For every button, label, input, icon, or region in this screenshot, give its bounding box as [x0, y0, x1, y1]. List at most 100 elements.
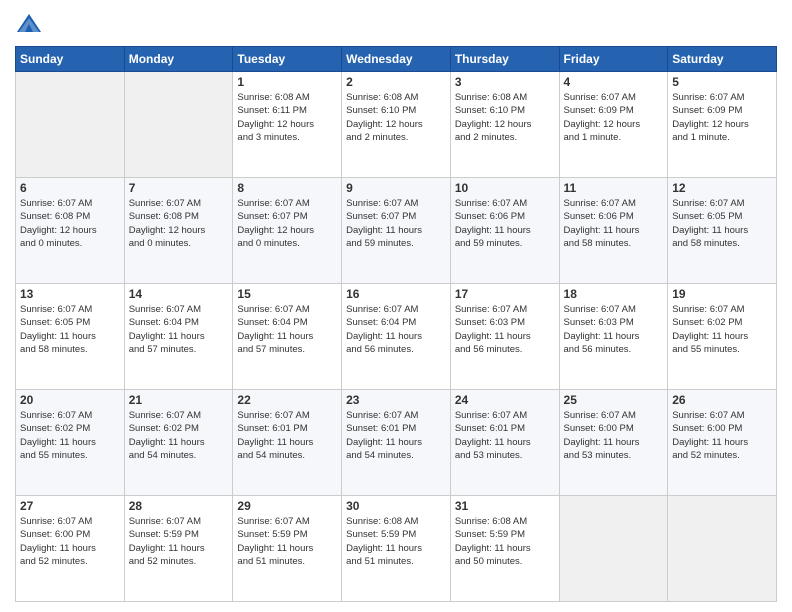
- day-cell: 22 Sunrise: 6:07 AM Sunset: 6:01 PM Dayli…: [233, 390, 342, 496]
- day-info: Sunrise: 6:08 AM Sunset: 5:59 PM Dayligh…: [346, 515, 446, 568]
- day-info: Sunrise: 6:07 AM Sunset: 6:05 PM Dayligh…: [672, 197, 772, 250]
- day-number: 24: [455, 393, 555, 407]
- day-number: 22: [237, 393, 337, 407]
- day-cell: 14 Sunrise: 6:07 AM Sunset: 6:04 PM Dayli…: [124, 284, 233, 390]
- day-cell: 2 Sunrise: 6:08 AM Sunset: 6:10 PM Daylig…: [342, 72, 451, 178]
- logo: [15, 10, 47, 38]
- day-number: 11: [564, 181, 664, 195]
- day-number: 7: [129, 181, 229, 195]
- day-number: 26: [672, 393, 772, 407]
- day-info: Sunrise: 6:08 AM Sunset: 6:10 PM Dayligh…: [346, 91, 446, 144]
- day-number: 23: [346, 393, 446, 407]
- day-cell: 12 Sunrise: 6:07 AM Sunset: 6:05 PM Dayli…: [668, 178, 777, 284]
- header-day: Thursday: [450, 47, 559, 72]
- day-info: Sunrise: 6:07 AM Sunset: 6:00 PM Dayligh…: [672, 409, 772, 462]
- day-info: Sunrise: 6:07 AM Sunset: 6:01 PM Dayligh…: [237, 409, 337, 462]
- day-cell: 11 Sunrise: 6:07 AM Sunset: 6:06 PM Dayli…: [559, 178, 668, 284]
- day-number: 20: [20, 393, 120, 407]
- header-row: SundayMondayTuesdayWednesdayThursdayFrid…: [16, 47, 777, 72]
- calendar-header: SundayMondayTuesdayWednesdayThursdayFrid…: [16, 47, 777, 72]
- day-info: Sunrise: 6:07 AM Sunset: 6:04 PM Dayligh…: [129, 303, 229, 356]
- day-cell: 31 Sunrise: 6:08 AM Sunset: 5:59 PM Dayli…: [450, 496, 559, 602]
- week-row: 6 Sunrise: 6:07 AM Sunset: 6:08 PM Daylig…: [16, 178, 777, 284]
- day-cell: 15 Sunrise: 6:07 AM Sunset: 6:04 PM Dayli…: [233, 284, 342, 390]
- day-cell: 25 Sunrise: 6:07 AM Sunset: 6:00 PM Dayli…: [559, 390, 668, 496]
- day-cell: [16, 72, 125, 178]
- day-cell: 5 Sunrise: 6:07 AM Sunset: 6:09 PM Daylig…: [668, 72, 777, 178]
- week-row: 20 Sunrise: 6:07 AM Sunset: 6:02 PM Dayli…: [16, 390, 777, 496]
- day-cell: 28 Sunrise: 6:07 AM Sunset: 5:59 PM Dayli…: [124, 496, 233, 602]
- day-number: 27: [20, 499, 120, 513]
- day-info: Sunrise: 6:08 AM Sunset: 5:59 PM Dayligh…: [455, 515, 555, 568]
- calendar-body: 1 Sunrise: 6:08 AM Sunset: 6:11 PM Daylig…: [16, 72, 777, 602]
- calendar-table: SundayMondayTuesdayWednesdayThursdayFrid…: [15, 46, 777, 602]
- day-cell: [124, 72, 233, 178]
- day-cell: 26 Sunrise: 6:07 AM Sunset: 6:00 PM Dayli…: [668, 390, 777, 496]
- day-info: Sunrise: 6:07 AM Sunset: 5:59 PM Dayligh…: [237, 515, 337, 568]
- header-day: Sunday: [16, 47, 125, 72]
- day-info: Sunrise: 6:07 AM Sunset: 6:06 PM Dayligh…: [455, 197, 555, 250]
- day-cell: 3Sunrise: 6:08 AM Sunset: 6:10 PM Daylig…: [450, 72, 559, 178]
- day-number: 12: [672, 181, 772, 195]
- day-number: 1: [237, 75, 337, 89]
- day-number: 13: [20, 287, 120, 301]
- day-cell: 9 Sunrise: 6:07 AM Sunset: 6:07 PM Daylig…: [342, 178, 451, 284]
- day-number: 6: [20, 181, 120, 195]
- day-cell: 1 Sunrise: 6:08 AM Sunset: 6:11 PM Daylig…: [233, 72, 342, 178]
- day-cell: 17Sunrise: 6:07 AM Sunset: 6:03 PM Dayli…: [450, 284, 559, 390]
- day-info: Sunrise: 6:07 AM Sunset: 6:02 PM Dayligh…: [672, 303, 772, 356]
- day-cell: 19 Sunrise: 6:07 AM Sunset: 6:02 PM Dayli…: [668, 284, 777, 390]
- day-cell: 29Sunrise: 6:07 AM Sunset: 5:59 PM Dayli…: [233, 496, 342, 602]
- day-number: 14: [129, 287, 229, 301]
- day-cell: 6Sunrise: 6:07 AM Sunset: 6:08 PM Daylig…: [16, 178, 125, 284]
- day-cell: 4 Sunrise: 6:07 AM Sunset: 6:09 PM Daylig…: [559, 72, 668, 178]
- day-number: 25: [564, 393, 664, 407]
- day-info: Sunrise: 6:07 AM Sunset: 6:03 PM Dayligh…: [564, 303, 664, 356]
- day-info: Sunrise: 6:07 AM Sunset: 6:04 PM Dayligh…: [237, 303, 337, 356]
- day-cell: 8Sunrise: 6:07 AM Sunset: 6:07 PM Daylig…: [233, 178, 342, 284]
- day-number: 31: [455, 499, 555, 513]
- header-day: Friday: [559, 47, 668, 72]
- day-info: Sunrise: 6:07 AM Sunset: 6:01 PM Dayligh…: [346, 409, 446, 462]
- day-cell: 16 Sunrise: 6:07 AM Sunset: 6:04 PM Dayli…: [342, 284, 451, 390]
- day-number: 10: [455, 181, 555, 195]
- week-row: 27 Sunrise: 6:07 AM Sunset: 6:00 PM Dayli…: [16, 496, 777, 602]
- day-info: Sunrise: 6:07 AM Sunset: 6:00 PM Dayligh…: [564, 409, 664, 462]
- day-info: Sunrise: 6:07 AM Sunset: 6:09 PM Dayligh…: [564, 91, 664, 144]
- day-number: 16: [346, 287, 446, 301]
- header-day: Monday: [124, 47, 233, 72]
- day-info: Sunrise: 6:08 AM Sunset: 6:11 PM Dayligh…: [237, 91, 337, 144]
- day-info: Sunrise: 6:07 AM Sunset: 6:02 PM Dayligh…: [129, 409, 229, 462]
- day-cell: [559, 496, 668, 602]
- day-info: Sunrise: 6:07 AM Sunset: 6:00 PM Dayligh…: [20, 515, 120, 568]
- day-number: 4: [564, 75, 664, 89]
- week-row: 1 Sunrise: 6:08 AM Sunset: 6:11 PM Daylig…: [16, 72, 777, 178]
- day-number: 19: [672, 287, 772, 301]
- day-cell: 10 Sunrise: 6:07 AM Sunset: 6:06 PM Dayli…: [450, 178, 559, 284]
- day-cell: 23 Sunrise: 6:07 AM Sunset: 6:01 PM Dayli…: [342, 390, 451, 496]
- day-info: Sunrise: 6:07 AM Sunset: 6:09 PM Dayligh…: [672, 91, 772, 144]
- day-number: 30: [346, 499, 446, 513]
- header: [15, 10, 777, 38]
- day-number: 5: [672, 75, 772, 89]
- day-cell: [668, 496, 777, 602]
- day-info: Sunrise: 6:07 AM Sunset: 6:05 PM Dayligh…: [20, 303, 120, 356]
- day-cell: 13 Sunrise: 6:07 AM Sunset: 6:05 PM Dayli…: [16, 284, 125, 390]
- day-info: Sunrise: 6:07 AM Sunset: 6:08 PM Dayligh…: [129, 197, 229, 250]
- day-info: Sunrise: 6:07 AM Sunset: 6:04 PM Dayligh…: [346, 303, 446, 356]
- day-cell: 20Sunrise: 6:07 AM Sunset: 6:02 PM Dayli…: [16, 390, 125, 496]
- header-day: Wednesday: [342, 47, 451, 72]
- day-cell: 27 Sunrise: 6:07 AM Sunset: 6:00 PM Dayli…: [16, 496, 125, 602]
- day-info: Sunrise: 6:07 AM Sunset: 5:59 PM Dayligh…: [129, 515, 229, 568]
- day-info: Sunrise: 6:07 AM Sunset: 6:07 PM Dayligh…: [346, 197, 446, 250]
- day-number: 15: [237, 287, 337, 301]
- day-number: 2: [346, 75, 446, 89]
- day-number: 18: [564, 287, 664, 301]
- day-info: Sunrise: 6:07 AM Sunset: 6:07 PM Dayligh…: [237, 197, 337, 250]
- day-info: Sunrise: 6:07 AM Sunset: 6:06 PM Dayligh…: [564, 197, 664, 250]
- day-cell: 7 Sunrise: 6:07 AM Sunset: 6:08 PM Daylig…: [124, 178, 233, 284]
- header-day: Saturday: [668, 47, 777, 72]
- day-number: 9: [346, 181, 446, 195]
- day-number: 17: [455, 287, 555, 301]
- day-number: 28: [129, 499, 229, 513]
